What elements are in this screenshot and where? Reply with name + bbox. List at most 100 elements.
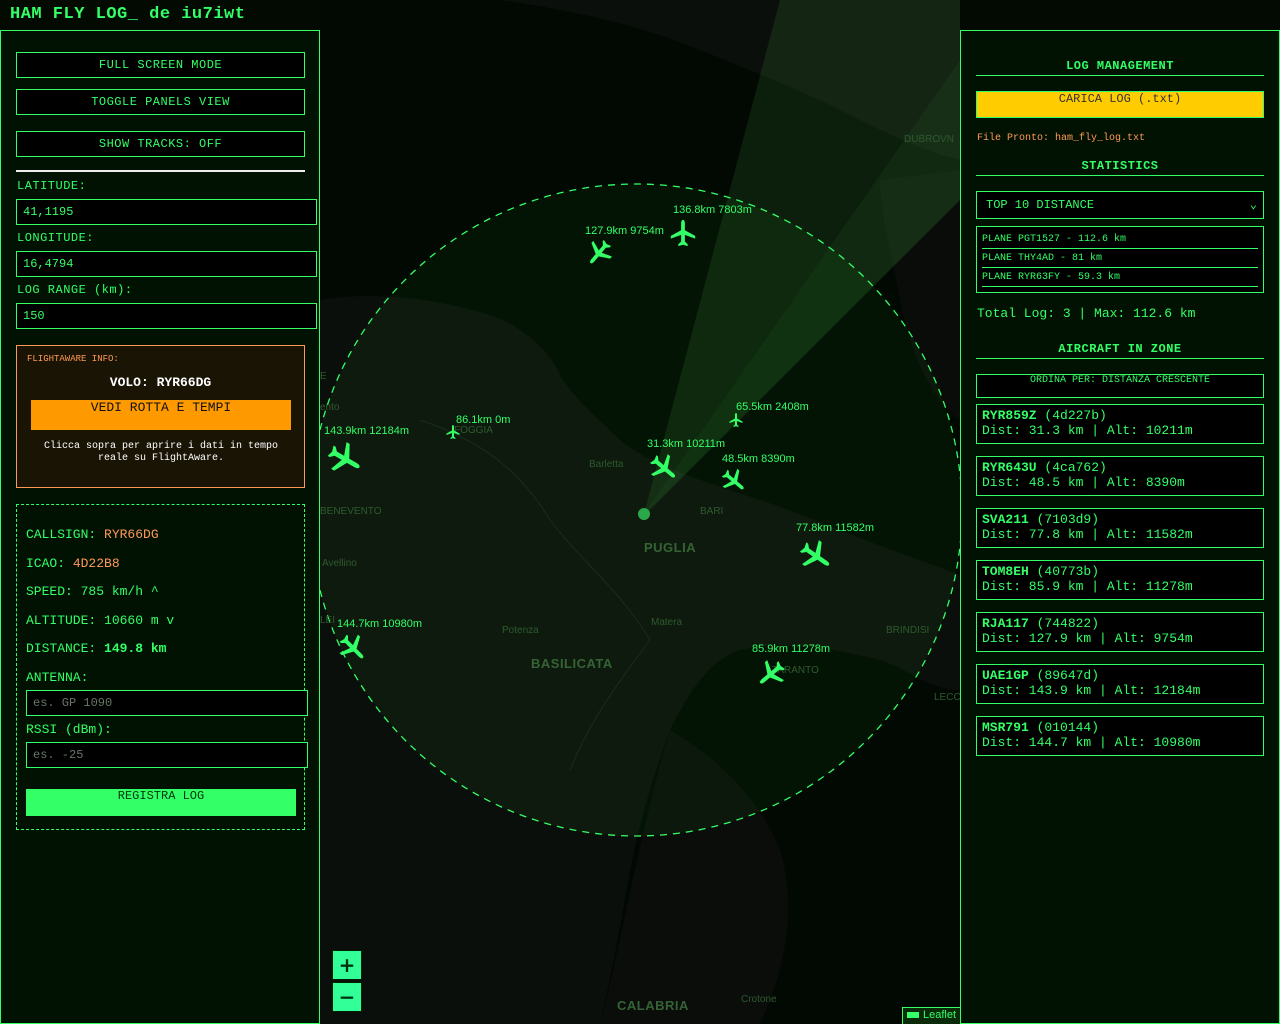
distance-value: 149.8 km bbox=[104, 641, 167, 656]
airplane-icon bbox=[327, 442, 360, 471]
load-log-button[interactable]: CARICA LOG (.txt) bbox=[976, 91, 1264, 118]
aircraft-marker[interactable] bbox=[337, 632, 369, 664]
statistics-select-value: TOP 10 DISTANCE bbox=[986, 198, 1095, 212]
longitude-label: LONGITUDE: bbox=[17, 231, 95, 245]
distance-row: DISTANCE: 149.8 km bbox=[26, 641, 166, 656]
map-label: PUGLIA bbox=[644, 540, 697, 555]
aircraft-title: MSR791 (010144) bbox=[982, 720, 1258, 735]
map-basemap bbox=[320, 0, 960, 1024]
register-log-button[interactable]: REGISTRA LOG bbox=[26, 789, 296, 816]
map-view[interactable]: DUBROVN FOGGIA Barletta BARI PUGLIA BENE… bbox=[320, 0, 960, 1024]
full-screen-button[interactable]: FULL SCREEN MODE bbox=[16, 52, 305, 78]
right-panel: LOG MANAGEMENT CARICA LOG (.txt) File Pr… bbox=[960, 30, 1280, 1024]
aircraft-list-item[interactable]: MSR791 (010144) Dist: 144.7 km | Alt: 109… bbox=[976, 716, 1264, 756]
aircraft-marker[interactable] bbox=[648, 452, 680, 484]
map-label: Crotone bbox=[741, 994, 777, 1005]
aircraft-info: Dist: 144.7 km | Alt: 10980m bbox=[982, 735, 1201, 750]
flightaware-route-button[interactable]: VEDI ROTTA E TEMPI bbox=[31, 400, 291, 430]
map-label: E bbox=[320, 371, 327, 382]
aircraft-title: UAE1GP (89647d) bbox=[982, 668, 1258, 683]
aircraft-list-item[interactable]: RYR859Z (4d227b) Dist: 31.3 km | Alt: 102… bbox=[976, 404, 1264, 444]
icao-row: ICAO: 4D22B8 bbox=[26, 556, 120, 571]
callsign-value: RYR66DG bbox=[104, 527, 159, 542]
chevron-down-icon: ⌄ bbox=[1249, 198, 1257, 212]
aircraft-marker-label: 31.3km 10211m bbox=[647, 438, 726, 450]
distance-label: DISTANCE: bbox=[26, 641, 97, 656]
altitude-row: ALTITUDE: 10660 m v bbox=[26, 613, 175, 628]
aircraft-list-item[interactable]: TOM8EH (40773b) Dist: 85.9 km | Alt: 1127… bbox=[976, 560, 1264, 600]
airplane-icon bbox=[799, 540, 830, 567]
aircraft-icao: (010144) bbox=[1036, 720, 1100, 735]
aircraft-marker-label: 48.5km 8390m bbox=[722, 453, 795, 465]
aircraft-list-item[interactable]: UAE1GP (89647d) Dist: 143.9 km | Alt: 121… bbox=[976, 664, 1264, 704]
sort-button[interactable]: ORDINA PER: DISTANZA CRESCENTE bbox=[976, 374, 1264, 398]
aircraft-marker[interactable] bbox=[755, 658, 787, 690]
zoom-in-button[interactable]: + bbox=[332, 950, 362, 980]
aircraft-icao: (89647d) bbox=[1036, 668, 1100, 683]
map-label: BENEVENTO bbox=[320, 506, 382, 517]
aircraft-in-zone-title: AIRCRAFT IN ZONE bbox=[976, 342, 1264, 359]
list-item: PLANE RYR63FY - 59.3 km bbox=[982, 268, 1258, 287]
aircraft-marker[interactable] bbox=[668, 218, 698, 248]
latitude-input[interactable]: 41,1195 bbox=[16, 199, 317, 225]
aircraft-icao: (7103d9) bbox=[1036, 512, 1100, 527]
attribution-text: Leaflet bbox=[922, 1009, 956, 1021]
longitude-input[interactable]: 16,4794 bbox=[16, 251, 317, 277]
left-panel: FULL SCREEN MODE TOGGLE PANELS VIEW SHOW… bbox=[0, 30, 320, 1024]
aircraft-marker[interactable] bbox=[798, 538, 834, 574]
aircraft-marker-label: 86.1km 0m bbox=[456, 414, 511, 426]
log-management-title: LOG MANAGEMENT bbox=[976, 59, 1264, 76]
log-totals: Total Log: 3 | Max: 112.6 km bbox=[977, 306, 1196, 321]
aircraft-callsign: RJA117 bbox=[982, 616, 1029, 631]
aircraft-icao: (4d227b) bbox=[1044, 408, 1107, 423]
aircraft-info: Dist: 77.8 km | Alt: 11582m bbox=[982, 527, 1193, 542]
map-label: ento bbox=[320, 402, 340, 413]
aircraft-icao: (4ca762) bbox=[1044, 460, 1107, 475]
aircraft-icao: (744822) bbox=[1036, 616, 1100, 631]
flightaware-header: FLIGHTAWARE INFO: bbox=[27, 354, 119, 364]
list-item: PLANE THY4AD - 81 km bbox=[982, 249, 1258, 268]
aircraft-marker[interactable] bbox=[584, 238, 614, 268]
airplane-icon bbox=[721, 468, 744, 490]
show-tracks-button[interactable]: SHOW TRACKS: OFF bbox=[16, 131, 305, 157]
rssi-input[interactable]: es. -25 bbox=[26, 742, 308, 768]
aircraft-list-item[interactable]: RYR643U (4ca762) Dist: 48.5 km | Alt: 839… bbox=[976, 456, 1264, 496]
map-label: Potenza bbox=[502, 625, 539, 636]
airplane-icon bbox=[339, 634, 364, 659]
app-title: HAM FLY LOG_ de iu7iwt bbox=[10, 5, 246, 24]
map-label: BRINDISI bbox=[886, 625, 930, 636]
map-label: Barletta bbox=[589, 459, 624, 470]
aircraft-callsign: RYR859Z bbox=[982, 408, 1037, 423]
divider bbox=[16, 170, 305, 172]
map-label: CALABRIA bbox=[617, 998, 689, 1013]
aircraft-list-item[interactable]: RJA117 (744822) Dist: 127.9 km | Alt: 975… bbox=[976, 612, 1264, 652]
toggle-panels-button[interactable]: TOGGLE PANELS VIEW bbox=[16, 89, 305, 115]
aircraft-marker-label: 144.7km 10980m bbox=[337, 618, 422, 630]
map-attribution[interactable]: Leaflet bbox=[901, 1007, 960, 1024]
range-input[interactable]: 150 bbox=[16, 303, 317, 329]
aircraft-title: TOM8EH (40773b) bbox=[982, 564, 1258, 579]
icao-value: 4D22B8 bbox=[72, 556, 120, 571]
aircraft-marker[interactable] bbox=[326, 440, 364, 478]
antenna-input[interactable]: es. GP 1090 bbox=[26, 690, 308, 716]
flightaware-box: FLIGHTAWARE INFO: VOLO: RYR66DG VEDI ROT… bbox=[16, 345, 305, 488]
aircraft-title: RJA117 (744822) bbox=[982, 616, 1258, 631]
aircraft-marker-label: 85.9km 11278m bbox=[752, 643, 831, 655]
leaflet-flag-icon bbox=[906, 1012, 919, 1019]
statistics-select[interactable]: TOP 10 DISTANCE ⌄ bbox=[976, 191, 1264, 219]
aircraft-marker[interactable] bbox=[728, 412, 744, 428]
aircraft-info: Dist: 143.9 km | Alt: 12184m bbox=[982, 683, 1201, 698]
aircraft-marker[interactable] bbox=[445, 424, 461, 440]
aircraft-marker[interactable] bbox=[720, 467, 748, 495]
aircraft-marker-label: 143.9km 12184m bbox=[324, 425, 409, 437]
zoom-out-button[interactable]: − bbox=[332, 982, 362, 1012]
map-label: BARI bbox=[700, 506, 724, 517]
rssi-label: RSSI (dBm): bbox=[26, 722, 112, 737]
file-ready-status: File Pronto: ham_fly_log.txt bbox=[977, 133, 1146, 144]
airplane-icon bbox=[446, 425, 460, 439]
aircraft-title: RYR643U (4ca762) bbox=[982, 460, 1258, 475]
aircraft-title: SVA211 (7103d9) bbox=[982, 512, 1258, 527]
airplane-icon bbox=[729, 413, 743, 427]
aircraft-info: Dist: 127.9 km | Alt: 9754m bbox=[982, 631, 1193, 646]
aircraft-list-item[interactable]: SVA211 (7103d9) Dist: 77.8 km | Alt: 1158… bbox=[976, 508, 1264, 548]
